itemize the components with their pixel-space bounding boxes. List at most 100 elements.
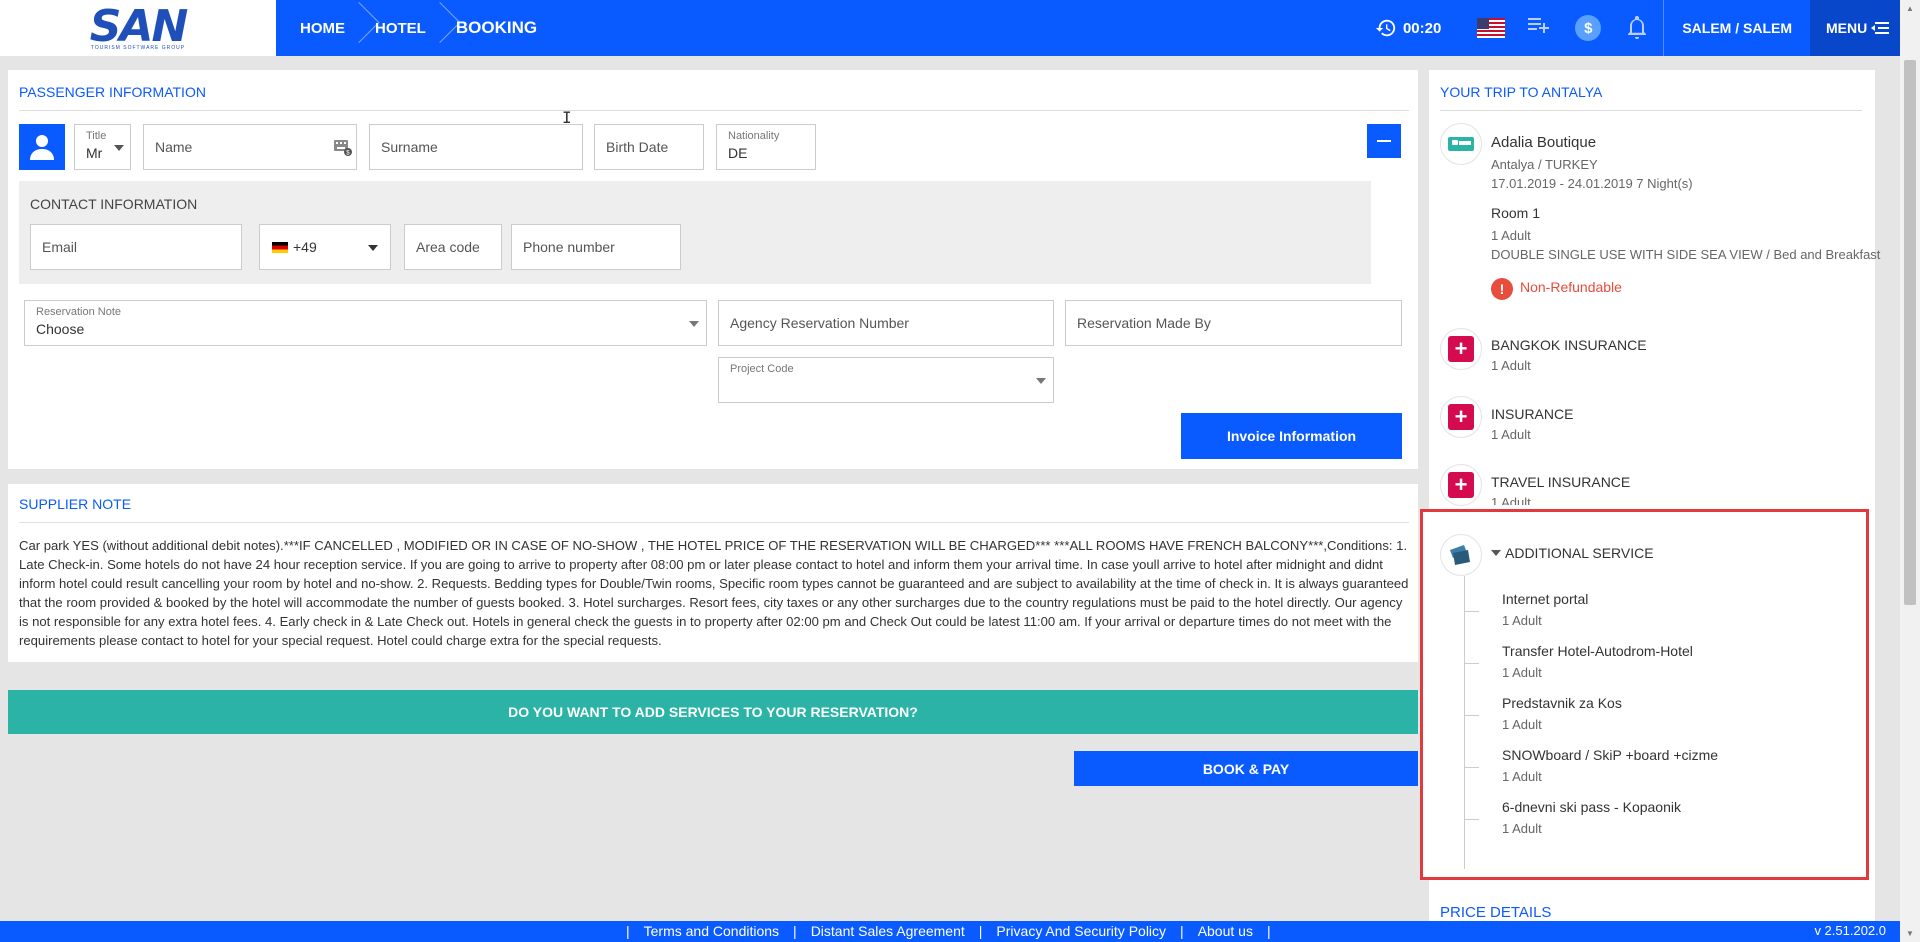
scrollbar-thumb[interactable] xyxy=(1904,60,1916,605)
title-select[interactable]: Title Mr xyxy=(74,124,131,170)
insurance-cross-icon: + xyxy=(1440,464,1482,506)
ticket-icon xyxy=(1440,534,1482,576)
terms-link[interactable]: Terms and Conditions xyxy=(630,923,793,939)
service-name: 6-dnevni ski pass - Kopaonik xyxy=(1502,799,1681,815)
nationality-input[interactable]: Nationality DE xyxy=(716,124,816,170)
footer-separator: | xyxy=(1266,923,1271,939)
privacy-link[interactable]: Privacy And Security Policy xyxy=(982,923,1180,939)
insurance-pax: 1 Adult xyxy=(1491,427,1531,442)
us-flag-icon[interactable] xyxy=(1477,18,1506,38)
distant-sales-link[interactable]: Distant Sales Agreement xyxy=(797,923,979,939)
title-label: Title xyxy=(86,130,107,142)
chevron-down-icon xyxy=(114,145,124,151)
passenger-avatar-icon xyxy=(19,124,65,170)
insurance-name: BANGKOK INSURANCE xyxy=(1491,337,1647,353)
reservation-made-by-input[interactable]: Reservation Made By xyxy=(1065,300,1402,346)
hotel-bed-icon xyxy=(1440,123,1482,165)
divider xyxy=(19,110,1409,111)
country-code-select[interactable]: +49 xyxy=(259,224,391,270)
room-title: Room 1 xyxy=(1491,205,1541,221)
surname-placeholder: Surname xyxy=(381,139,438,155)
tree-branch xyxy=(1465,819,1479,820)
area-code-input[interactable]: Area code xyxy=(404,224,502,270)
version-label: v 2.51.202.0 xyxy=(1814,923,1886,938)
chevron-down-icon xyxy=(689,321,699,327)
info-warning-icon: ! xyxy=(1491,278,1513,300)
menu-icon xyxy=(1871,22,1890,34)
book-and-pay-button[interactable]: BOOK & PAY xyxy=(1074,751,1418,786)
country-code-value: +49 xyxy=(293,239,317,255)
footer-links: | Terms and Conditions | Distant Sales A… xyxy=(626,923,1271,939)
surname-input[interactable]: Surname xyxy=(369,124,583,170)
breadcrumb-separator xyxy=(434,0,448,56)
title-value: Mr xyxy=(86,145,103,161)
scroll-up-icon[interactable]: ▲ xyxy=(1906,4,1914,13)
add-services-button[interactable]: DO YOU WANT TO ADD SERVICES TO YOUR RESE… xyxy=(8,690,1418,734)
menu-label: MENU xyxy=(1826,20,1868,36)
service-pax: 1 Adult xyxy=(1502,769,1542,784)
email-input[interactable]: Email xyxy=(30,224,242,270)
birth-date-input[interactable]: Birth Date xyxy=(594,124,704,170)
room-pax: 1 Adult xyxy=(1491,228,1531,243)
divider xyxy=(19,522,1409,523)
tree-branch xyxy=(1465,715,1479,716)
about-link[interactable]: About us xyxy=(1184,923,1267,939)
agency-reservation-number-input[interactable]: Agency Reservation Number xyxy=(718,300,1054,346)
top-right-controls: 00:20 $ SALEM / SALEM MENU xyxy=(1375,0,1900,56)
contact-box: CONTACT INFORMATION Email +49 Area code … xyxy=(19,181,1371,284)
birth-date-placeholder: Birth Date xyxy=(606,139,669,155)
name-placeholder: Name xyxy=(155,139,193,155)
phone-placeholder: Phone number xyxy=(523,239,615,255)
project-code-label: Project Code xyxy=(730,363,794,375)
nationality-value: DE xyxy=(728,145,748,161)
agency-number-placeholder: Agency Reservation Number xyxy=(730,315,909,331)
hotel-dates: 17.01.2019 - 24.01.2019 7 Night(s) xyxy=(1491,176,1693,191)
hotel-location: Antalya / TURKEY xyxy=(1491,157,1598,172)
remove-passenger-button[interactable] xyxy=(1367,124,1401,158)
page-scrollbar[interactable]: ▲ ▼ xyxy=(1900,0,1920,942)
insurance-cross-icon: + xyxy=(1440,328,1482,370)
supplier-note-panel: SUPPLIER NOTE Car park YES (without addi… xyxy=(8,484,1418,662)
area-code-placeholder: Area code xyxy=(416,239,480,255)
currency-dollar-icon[interactable]: $ xyxy=(1575,15,1602,41)
menu-button[interactable]: MENU xyxy=(1810,0,1900,56)
service-name: Transfer Hotel-Autodrom-Hotel xyxy=(1502,643,1693,659)
insurance-pax: 1 Adult xyxy=(1491,495,1531,505)
minus-icon xyxy=(1377,140,1391,142)
contact-section-title: CONTACT INFORMATION xyxy=(30,196,198,212)
insurance-name: INSURANCE xyxy=(1491,406,1574,422)
reservation-note-select[interactable]: Reservation Note Choose xyxy=(24,300,707,346)
session-timer: 00:20 xyxy=(1375,17,1441,39)
user-account[interactable]: SALEM / SALEM xyxy=(1664,20,1810,36)
service-pax: 1 Adult xyxy=(1502,821,1542,836)
germany-flag-icon xyxy=(272,242,288,253)
name-input[interactable]: Name $ xyxy=(143,124,357,170)
passenger-panel: PASSENGER INFORMATION Title Mr Name $ Su… xyxy=(8,70,1418,469)
phone-number-input[interactable]: Phone number xyxy=(511,224,681,270)
insurance-pax: 1 Adult xyxy=(1491,358,1531,373)
breadcrumb-separator xyxy=(353,0,367,56)
invoice-information-button[interactable]: Invoice Information xyxy=(1181,413,1402,459)
notification-bell-icon[interactable] xyxy=(1625,14,1649,43)
reservation-note-value: Choose xyxy=(36,321,85,337)
insurance-cross-icon: + xyxy=(1440,396,1482,438)
keyboard-icon[interactable]: $ xyxy=(334,138,352,156)
service-pax: 1 Adult xyxy=(1502,613,1542,628)
playlist-add-icon[interactable] xyxy=(1527,15,1551,41)
nationality-label: Nationality xyxy=(728,130,780,142)
logo-text: SAN xyxy=(89,1,189,52)
breadcrumb-booking: BOOKING xyxy=(455,18,538,37)
project-code-select[interactable]: Project Code xyxy=(718,357,1054,403)
chevron-down-icon xyxy=(368,245,378,251)
timer-value: 00:20 xyxy=(1402,19,1442,37)
scroll-down-icon[interactable]: ▼ xyxy=(1906,929,1914,938)
logo-subtitle: TOURISM SOFTWARE GROUP xyxy=(90,45,186,51)
logo[interactable]: SAN TOURISM SOFTWARE GROUP xyxy=(0,0,276,56)
tree-branch xyxy=(1465,611,1479,612)
price-details-title: PRICE DETAILS xyxy=(1440,904,1552,921)
insurance-pax-clip: 1 Adult xyxy=(1491,495,1531,505)
tree-branch xyxy=(1465,767,1479,768)
chevron-down-icon xyxy=(1036,378,1046,384)
additional-service-toggle[interactable]: ADDITIONAL SERVICE xyxy=(1491,545,1654,561)
text-cursor-icon: I xyxy=(562,108,572,127)
